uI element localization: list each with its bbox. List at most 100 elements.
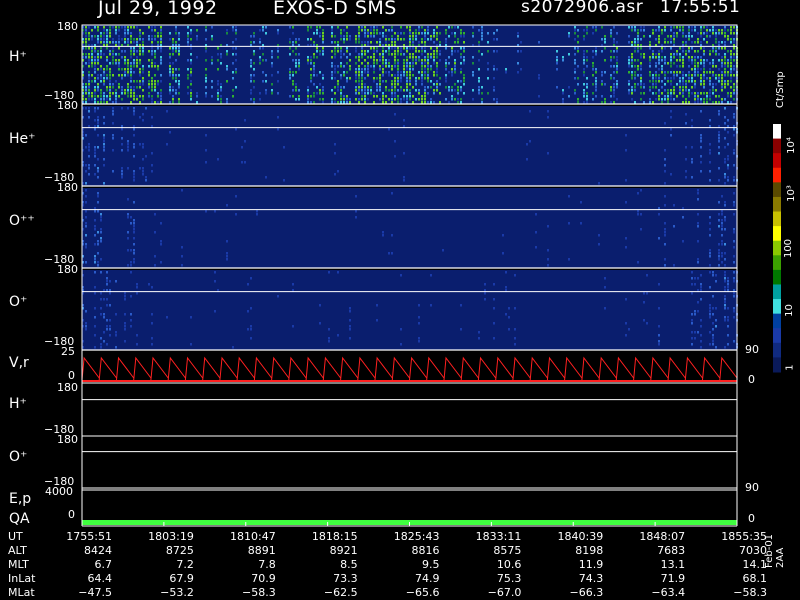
heatmap-0-cell [310,62,312,65]
heatmap-0-cell [517,62,519,65]
heatmap-0-cell [349,65,351,68]
heatmap-0-cell [718,59,720,62]
heatmap-1-cell [103,122,105,125]
heatmap-0-cell [172,74,174,77]
heatmap-0-cell [289,47,291,50]
heatmap-3-cell [103,340,105,343]
heatmap-1-cell [103,134,105,137]
heatmap-0-cell [106,95,108,98]
ephemeris-cell: 68.1 [742,572,768,585]
heatmap-0-cell [430,38,432,41]
heatmap-0-cell [211,62,213,65]
heatmap-0-cell [190,68,192,71]
heatmap-1-cell [151,116,153,119]
heatmap-0-cell [259,92,261,95]
heatmap-0-cell [424,32,426,35]
heatmap-0-cell [340,32,342,35]
heatmap-0-cell [250,80,252,83]
heatmap-0-cell [262,71,264,74]
heatmap-0-cell [334,35,336,38]
heatmap-0-cell [400,74,402,77]
heatmap-3-cell [109,328,111,331]
heatmap-1-cell [718,167,720,170]
heatmap-0-cell [415,59,417,62]
heatmap-0-cell [439,32,441,35]
heatmap-0-cell [697,71,699,74]
heatmap-0-cell [205,29,207,32]
heatmap-0-cell [634,41,636,44]
heatmap-3-cell [724,298,726,301]
heatmap-0-cell [139,38,141,41]
heatmap-0-cell [112,56,114,59]
heatmap-0-cell [361,68,363,71]
heatmap-0-cell [88,95,90,98]
heatmap-0-cell [520,50,522,53]
heatmap-0-cell [634,86,636,89]
heatmap-0-cell [727,59,729,62]
heatmap-0-cell [712,47,714,50]
heatmap-0-cell [271,65,273,68]
heatmap-0-cell [703,71,705,74]
heatmap-2-cell [181,255,183,258]
heatmap-2-cell [721,225,723,228]
heatmap-0-cell [292,41,294,44]
heatmap-0-cell [403,38,405,41]
heatmap-1-cell [88,143,90,146]
heatmap-0-cell [253,53,255,56]
heatmap-0-cell [460,101,462,104]
heatmap-3-cell [493,298,495,301]
heatmap-0-cell [682,83,684,86]
heatmap-0-cell [139,68,141,71]
heatmap-0-cell [628,26,630,29]
heatmap-0-cell [457,86,459,89]
heatmap-0-cell [385,62,387,65]
heatmap-3-cell [709,286,711,289]
heatmap-0-cell [106,41,108,44]
heatmap-0-cell [691,35,693,38]
heatmap-0-cell [313,83,315,86]
heatmap-0-cell [139,95,141,98]
heatmap-0-cell [427,92,429,95]
heatmap-0-cell [694,80,696,83]
heatmap-0-cell [334,47,336,50]
heatmap-0-cell [685,74,687,77]
heatmap-0-cell [676,59,678,62]
heatmap-2-cell [85,234,87,237]
heatmap-1-cell [94,128,96,131]
heatmap-0-cell [616,68,618,71]
heatmap-0-cell [109,80,111,83]
heatmap-0-cell [88,74,90,77]
heatmap-1-cell [97,146,99,149]
heatmap-3-cell [709,271,711,274]
heatmap-0-cell [133,71,135,74]
heatmap-3-cell [727,316,729,319]
heatmap-0-cell [271,83,273,86]
heatmap-3-cell [694,277,696,280]
heatmap-0-cell [676,74,678,77]
heatmap-0-cell [388,29,390,32]
heatmap-0-cell [604,47,606,50]
heatmap-0-cell [718,74,720,77]
heatmap-0-cell [562,56,564,59]
heatmap-0-cell [160,29,162,32]
heatmap-2-cell [85,246,87,249]
heatmap-0-cell [640,56,642,59]
heatmap-0-cell [481,32,483,35]
heatmap-0-cell [271,92,273,95]
heatmap-0-cell [124,56,126,59]
heatmap-0-cell [259,59,261,62]
heatmap-0-cell [445,80,447,83]
heatmap-0-cell [574,77,576,80]
heatmap-0-cell [445,47,447,50]
heatmap-0-cell [715,38,717,41]
heatmap-0-cell [178,98,180,101]
heatmap-0-cell [130,41,132,44]
heatmap-0-cell [670,41,672,44]
heatmap-0-cell [385,71,387,74]
heatmap-0-cell [460,86,462,89]
heatmap-0-cell [721,86,723,89]
heatmap-0-cell [331,56,333,59]
heatmap-3-cell [694,337,696,340]
heatmap-0-cell [433,74,435,77]
heatmap-0-cell [391,89,393,92]
